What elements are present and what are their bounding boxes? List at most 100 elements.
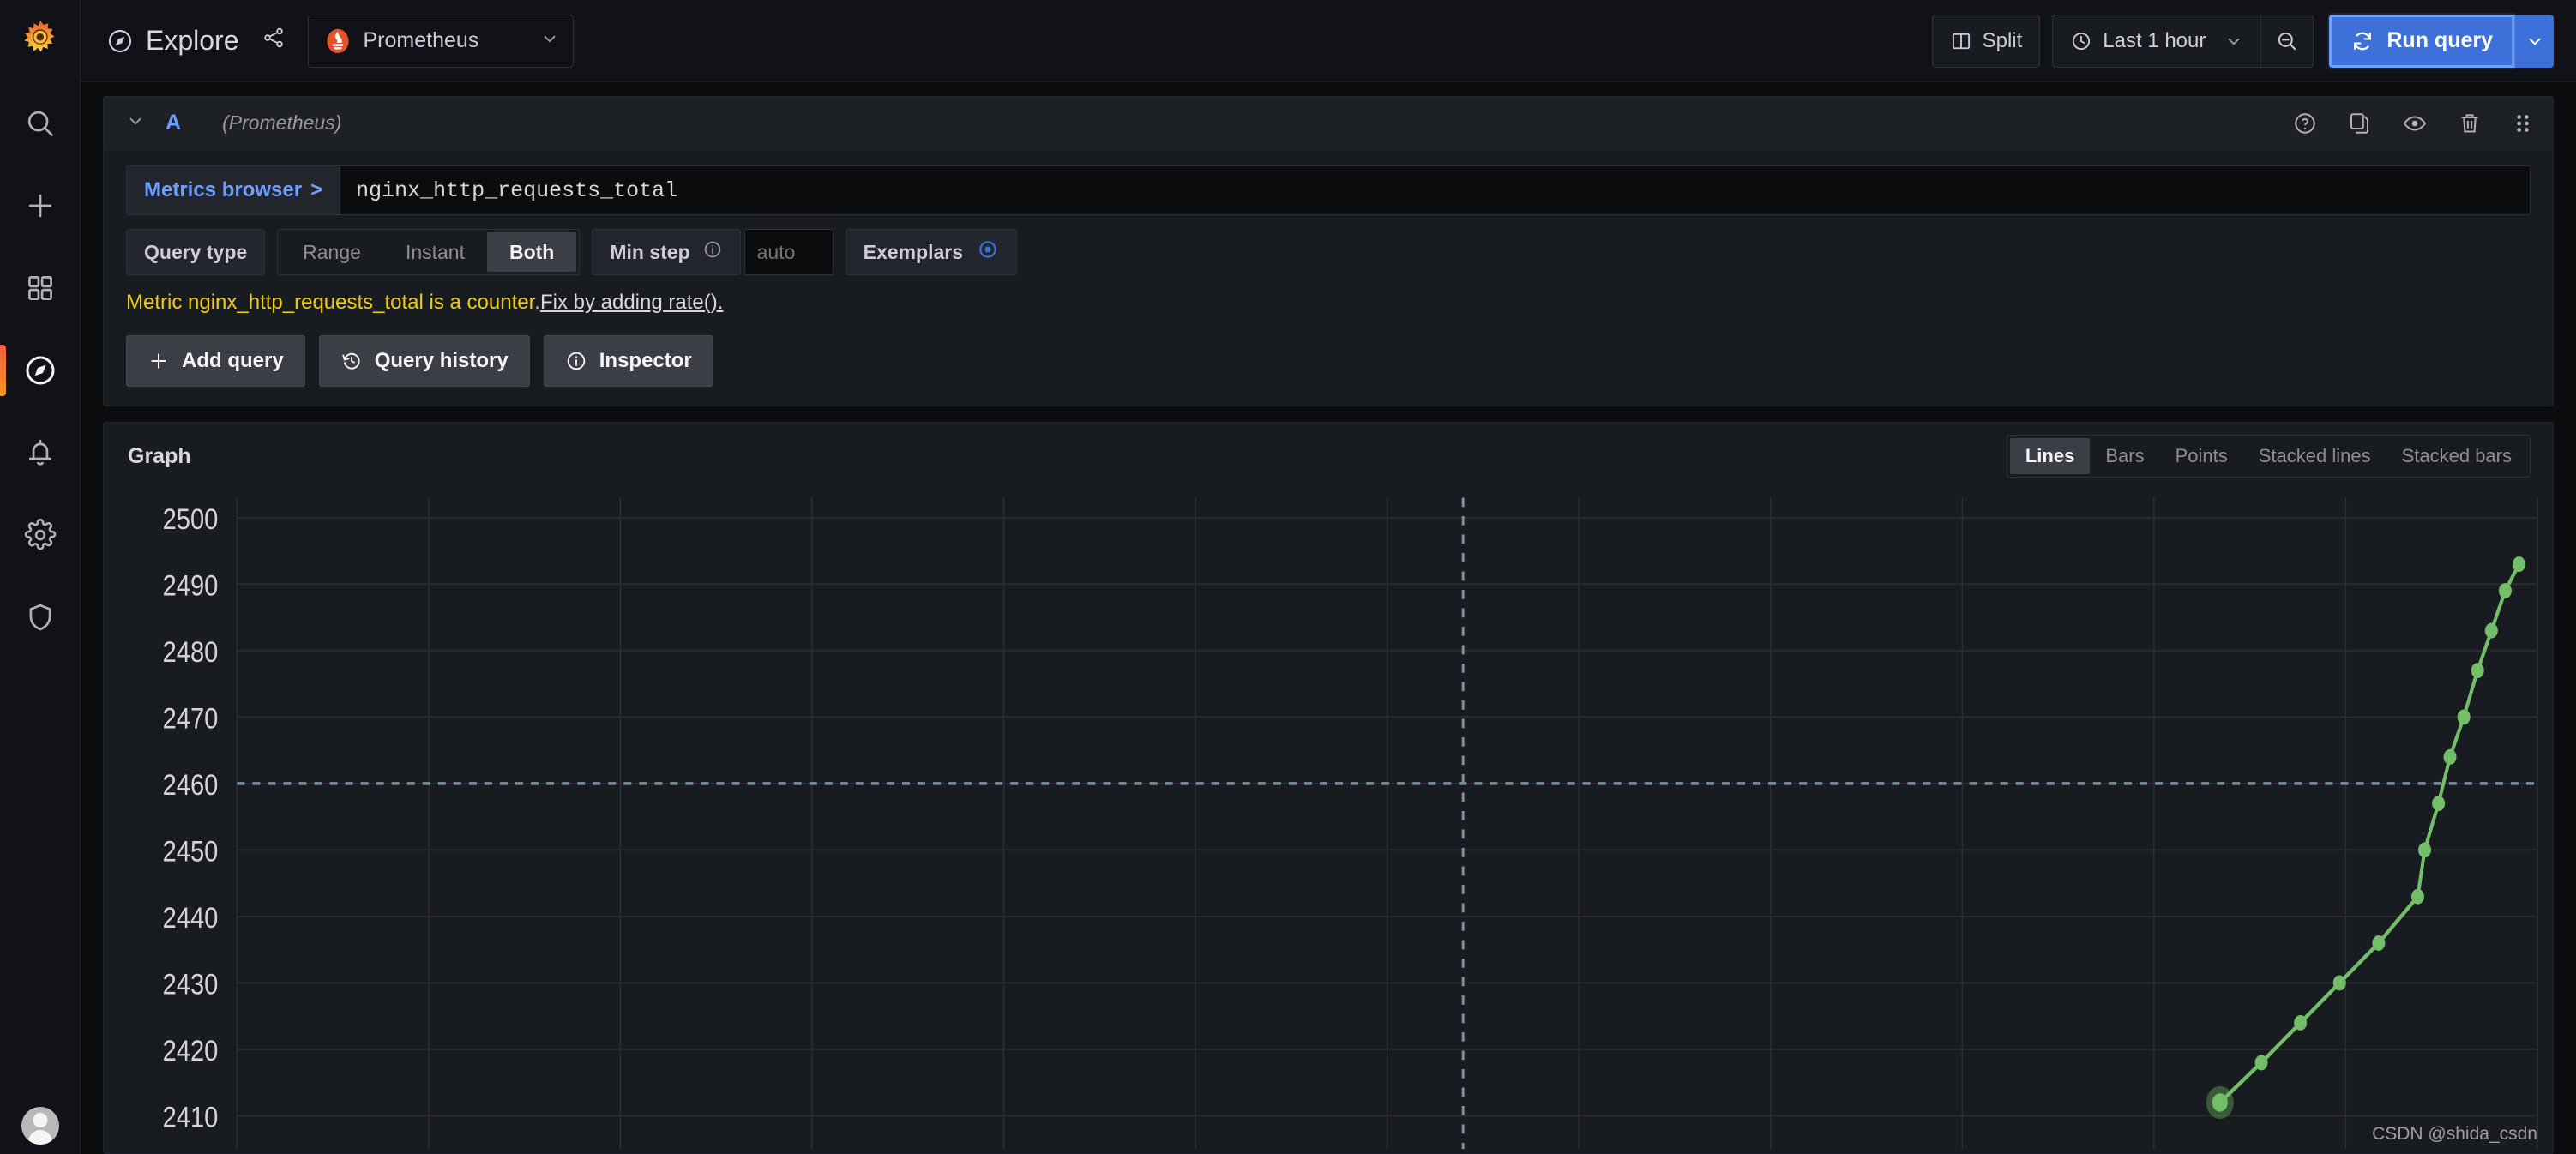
plus-icon bbox=[151, 353, 166, 369]
clock-icon bbox=[2073, 32, 2091, 50]
metrics-browser-button[interactable]: Metrics browser > bbox=[126, 165, 341, 215]
collapse-query-icon[interactable] bbox=[126, 111, 145, 135]
data-point[interactable] bbox=[2498, 583, 2512, 599]
time-range-label: Last 1 hour bbox=[2103, 28, 2206, 52]
apps-grid-icon bbox=[27, 276, 52, 300]
query-type-option-both[interactable]: Both bbox=[486, 232, 577, 272]
min-step-input[interactable] bbox=[743, 229, 834, 275]
sidebar-item-profile[interactable] bbox=[0, 1085, 81, 1154]
time-range-controls: Last 1 hour bbox=[2052, 14, 2314, 68]
page-title-group: Explore bbox=[106, 25, 286, 57]
main-area: Explore Prometheus Split Last 1 hour Run… bbox=[81, 0, 2576, 1154]
exemplars-label: Exemplars bbox=[863, 240, 963, 263]
explore-content: A (Prometheus) Metrics browser > nginx_h… bbox=[81, 82, 2576, 1154]
run-query-button[interactable]: Run query bbox=[2329, 14, 2514, 68]
query-type-option-range[interactable]: Range bbox=[280, 232, 383, 272]
sidebar-item-search[interactable] bbox=[0, 82, 81, 165]
data-point[interactable] bbox=[2410, 888, 2424, 905]
y-axis-tick-label: 2440 bbox=[163, 901, 219, 935]
sidebar-item-server-admin[interactable] bbox=[0, 576, 81, 658]
query-help-icon[interactable] bbox=[2292, 111, 2318, 136]
y-axis-tick-label: 2470 bbox=[163, 701, 219, 735]
vis-mode-lines[interactable]: Lines bbox=[2009, 438, 2091, 474]
query-history-label: Query history bbox=[374, 349, 509, 372]
toolbar-right: Split Last 1 hour Run query bbox=[1931, 14, 2554, 68]
y-axis-tick-label: 2430 bbox=[163, 967, 219, 1001]
chevron-down-icon bbox=[540, 29, 559, 52]
query-history-button[interactable]: Query history bbox=[318, 335, 530, 387]
data-point[interactable] bbox=[2443, 748, 2457, 765]
query-ref-id[interactable]: A bbox=[166, 111, 181, 135]
query-expression-row: Metrics browser > bbox=[104, 150, 2553, 215]
run-query-options-button[interactable] bbox=[2514, 14, 2554, 68]
chevron-down-icon bbox=[2528, 38, 2541, 45]
vis-mode-stacked-bars[interactable]: Stacked bars bbox=[2386, 438, 2527, 474]
data-point[interactable] bbox=[2332, 975, 2346, 991]
graph-panel-header: Graph Lines Bars Points Stacked lines St… bbox=[104, 423, 2553, 490]
graph-panel: Graph Lines Bars Points Stacked lines St… bbox=[103, 422, 2554, 1154]
compass-icon bbox=[108, 29, 132, 52]
compass-icon bbox=[26, 356, 54, 385]
data-point[interactable] bbox=[2457, 709, 2471, 725]
query-type-option-instant[interactable]: Instant bbox=[383, 232, 487, 272]
query-expression-input[interactable] bbox=[340, 165, 2531, 215]
data-point[interactable] bbox=[2417, 842, 2432, 858]
prometheus-logo-icon bbox=[326, 28, 349, 53]
metrics-browser-label: Metrics browser bbox=[144, 178, 303, 201]
data-point[interactable] bbox=[2484, 622, 2498, 639]
drag-query-handle[interactable] bbox=[2512, 111, 2534, 136]
data-point[interactable] bbox=[2432, 796, 2446, 812]
data-point[interactable] bbox=[2471, 663, 2484, 679]
datasource-picker[interactable]: Prometheus bbox=[307, 14, 574, 68]
split-label: Split bbox=[1982, 28, 2023, 52]
query-type-radio-group: Range Instant Both bbox=[277, 229, 581, 275]
page-title: Explore bbox=[146, 25, 239, 56]
y-axis-tick-label: 2500 bbox=[163, 502, 219, 536]
min-step-label-group: Min step bbox=[592, 229, 741, 275]
inspector-button[interactable]: Inspector bbox=[543, 335, 713, 387]
data-point[interactable] bbox=[2512, 556, 2526, 573]
duplicate-query-icon[interactable] bbox=[2347, 111, 2373, 136]
data-point[interactable] bbox=[2254, 1055, 2268, 1071]
share-icon[interactable] bbox=[262, 25, 286, 57]
sidebar-item-create[interactable] bbox=[0, 165, 81, 247]
info-circle-icon bbox=[567, 352, 585, 370]
toggle-visibility-icon[interactable] bbox=[2402, 111, 2428, 136]
exemplars-toggle[interactable]: Exemplars bbox=[845, 229, 1017, 275]
series-line bbox=[2218, 562, 2521, 1105]
sidebar-item-configuration[interactable] bbox=[0, 494, 81, 576]
zoom-out-time-button[interactable] bbox=[2260, 14, 2314, 68]
avatar bbox=[21, 1107, 59, 1145]
chevron-right-icon: > bbox=[310, 178, 323, 201]
vis-mode-bars[interactable]: Bars bbox=[2090, 438, 2159, 474]
fix-by-adding-rate-link[interactable]: Fix by adding rate(). bbox=[540, 291, 723, 314]
query-options-row: Query type Range Instant Both Min step a… bbox=[104, 215, 2553, 275]
add-query-button[interactable]: Add query bbox=[126, 335, 305, 387]
split-button[interactable]: Split bbox=[1931, 14, 2041, 68]
time-range-picker[interactable]: Last 1 hour bbox=[2052, 14, 2261, 68]
grafana-logo-icon bbox=[23, 20, 54, 52]
data-point[interactable] bbox=[2212, 1093, 2228, 1112]
run-query-controls: Run query bbox=[2329, 14, 2554, 68]
graph-plot-area[interactable]: 2500 2490 2480 2470 2460 2450 2440 2430 2420 2410… bbox=[104, 490, 2553, 1153]
y-axis-tick-label: 2490 bbox=[163, 568, 219, 602]
vis-mode-stacked-lines[interactable]: Stacked lines bbox=[2243, 438, 2386, 474]
data-point[interactable] bbox=[2294, 1014, 2308, 1031]
sidebar-item-alerting[interactable] bbox=[0, 412, 81, 494]
info-circle-icon[interactable] bbox=[702, 239, 723, 265]
query-actions-row: Add query Query history Inspector bbox=[104, 315, 2553, 387]
exemplar-circle-icon bbox=[977, 238, 999, 266]
sidebar-item-explore[interactable] bbox=[0, 329, 81, 412]
query-datasource-note: (Prometheus) bbox=[222, 111, 342, 134]
remove-query-icon[interactable] bbox=[2457, 111, 2483, 136]
query-editor-card: A (Prometheus) Metrics browser > nginx_h… bbox=[103, 96, 2554, 406]
grafana-logo[interactable] bbox=[0, 0, 80, 82]
history-icon bbox=[342, 352, 360, 370]
split-panes-icon bbox=[1952, 33, 1970, 49]
drag-dots-icon bbox=[2517, 114, 2529, 132]
shield-icon bbox=[29, 604, 51, 631]
data-point[interactable] bbox=[2372, 935, 2386, 951]
y-axis-tick-label: 2460 bbox=[163, 768, 219, 802]
vis-mode-points[interactable]: Points bbox=[2160, 438, 2243, 474]
sidebar-item-dashboards[interactable] bbox=[0, 247, 81, 329]
